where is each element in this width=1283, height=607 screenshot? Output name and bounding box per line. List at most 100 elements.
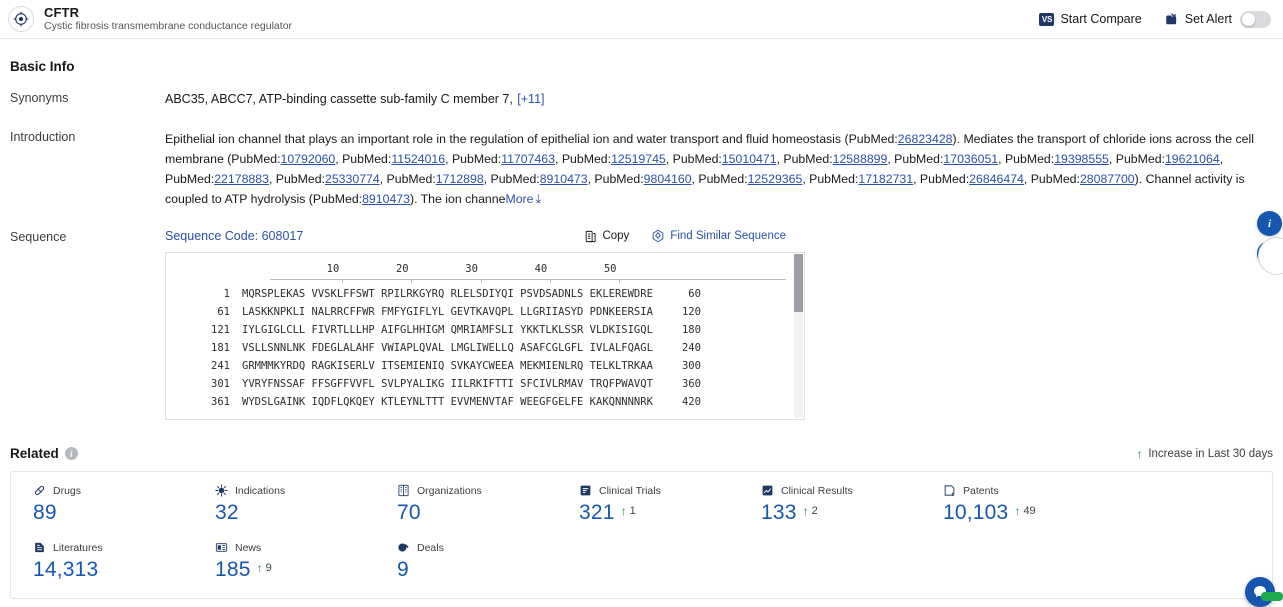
sequence-residues: YVRYFNSSAF FFSGFFVVFL SVLPYALIKG IILRKIF…: [242, 378, 653, 390]
related-card-header: Clinical Results: [761, 484, 921, 497]
related-card-delta-value: 49: [1023, 505, 1036, 517]
pubmed-link[interactable]: 17036051: [943, 152, 998, 166]
sequence-scrollbar[interactable]: [794, 254, 803, 418]
sequence-end-index: 360: [681, 378, 701, 390]
sequence-line: 241 GRMMMKYRDQ RAGKISERLV ITSEMIENIQ SVKA…: [166, 357, 804, 375]
pubmed-link-tail[interactable]: 8910473: [362, 192, 410, 206]
pubmed-link[interactable]: 1712898: [436, 172, 484, 186]
introduction-row: Introduction Epithelial ion channel that…: [10, 129, 1273, 209]
copy-icon: [584, 230, 597, 243]
related-card-value-wrap: 14,313: [33, 558, 193, 582]
related-card-organizations[interactable]: Organizations 70: [375, 484, 557, 541]
sequence-residues: LASKKNPKLI NALRRCFFWR FMFYGIFLYL GEVTKAV…: [242, 306, 653, 318]
related-header: Related i ↑ Increase in Last 30 days: [10, 446, 1273, 461]
vs-icon: VS: [1039, 12, 1055, 26]
sequence-residues: VSLLSNNLNK FDEGLALAHF VWIAPLQVAL LMGLIWE…: [242, 342, 653, 354]
rail-info-button-1[interactable]: i: [1257, 211, 1282, 236]
introduction-text: Epithelial ion channel that plays an imp…: [165, 129, 1273, 209]
introduction-label: Introduction: [10, 130, 76, 144]
related-card-drugs[interactable]: Drugs 89: [11, 484, 193, 541]
related-card-value: 89: [33, 501, 57, 524]
related-card-indications[interactable]: Indications 32: [193, 484, 375, 541]
sequence-residues: GRMMMKYRDQ RAGKISERLV ITSEMIENIQ SVKAYCW…: [242, 360, 653, 372]
related-card-header: Literatures: [33, 541, 193, 554]
related-card-literatures[interactable]: Literatures 14,313: [11, 541, 193, 598]
pubmed-link[interactable]: 17182731: [858, 172, 913, 186]
related-card-delta-value: 2: [811, 505, 818, 517]
sequence-code[interactable]: Sequence Code: 608017: [165, 229, 303, 243]
intro-tail-b: ). The ion channe: [409, 192, 506, 206]
related-card-label: Drugs: [53, 484, 82, 497]
related-card-value-wrap: 321 ↑ 1: [579, 501, 739, 525]
start-compare-button[interactable]: VS Start Compare: [1039, 12, 1142, 26]
clinical-trial-icon: [579, 484, 592, 497]
ruler-tick: [342, 279, 343, 283]
sequence-line: 1 MQRSPLEKAS VVSKLFFSWT RPILRKGYRQ RLELSD…: [166, 285, 804, 303]
pubmed-link[interactable]: 12588899: [833, 152, 888, 166]
related-card-delta: ↑ 49: [1014, 501, 1035, 517]
introduction-more-button[interactable]: More ⤓: [505, 192, 540, 206]
pubmed-link[interactable]: 10792060: [281, 152, 336, 166]
page-title: CFTR: [44, 4, 80, 20]
ruler-baseline: [270, 279, 786, 280]
related-card-patents[interactable]: Patents 10,103 ↑ 49: [921, 484, 1103, 541]
pubmed-link[interactable]: 12519745: [611, 152, 666, 166]
pubmed-link[interactable]: 19398555: [1054, 152, 1109, 166]
related-card-header: Clinical Trials: [579, 484, 739, 497]
related-card-delta-value: 9: [265, 562, 272, 574]
info-icon[interactable]: i: [64, 447, 78, 460]
synonyms-label: Synonyms: [10, 91, 69, 105]
pubmed-ref-list-3: , PubMed:1712898, PubMed:8910473, PubMed…: [379, 172, 1135, 186]
synonyms-more-link[interactable]: [+11]: [517, 92, 544, 106]
related-card-delta: ↑ 1: [621, 501, 636, 517]
find-similar-label: Find Similar Sequence: [670, 230, 786, 242]
sequence-tools: Copy Find Similar Sequence: [584, 229, 1273, 243]
patent-icon: [943, 484, 956, 497]
pubmed-link[interactable]: 8910473: [540, 172, 588, 186]
find-similar-icon: [651, 229, 665, 243]
increase-legend-label: Increase in Last 30 days: [1148, 447, 1273, 460]
set-alert-toggle[interactable]: [1240, 10, 1271, 28]
related-card-delta-value: 1: [629, 505, 636, 517]
copy-sequence-button[interactable]: Copy: [584, 230, 629, 243]
related-card-deals[interactable]: Deals 9: [375, 541, 557, 598]
pubmed-link[interactable]: 9804160: [644, 172, 692, 186]
pubmed-link[interactable]: 11707463: [501, 152, 555, 166]
sequence-label: Sequence: [10, 230, 67, 244]
pubmed-link[interactable]: 12529365: [748, 172, 803, 186]
related-card-clinical-trials[interactable]: Clinical Trials 321 ↑ 1: [557, 484, 739, 541]
pubmed-link[interactable]: 26823428: [898, 132, 953, 146]
set-alert-control[interactable]: Set Alert: [1164, 10, 1271, 28]
pubmed-link[interactable]: 19621064: [1165, 152, 1220, 166]
related-card-delta: ↑ 2: [803, 501, 818, 517]
synonyms-values: ABC35, ABCC7, ATP-binding cassette sub-f…: [165, 92, 513, 106]
sequence-line: 121 IYLGIGLCLL FIVRTLLLHP AIFGLHHIGM QMRI…: [166, 321, 804, 339]
pubmed-link[interactable]: 25330774: [325, 172, 380, 186]
related-card-clinical-results[interactable]: Clinical Results 133 ↑ 2: [739, 484, 921, 541]
sequence-scrollbar-thumb[interactable]: [794, 254, 803, 312]
pubmed-link[interactable]: 11524016: [391, 152, 445, 166]
related-card-value: 32: [215, 501, 239, 524]
find-similar-sequence-button[interactable]: Find Similar Sequence: [651, 229, 786, 243]
increase-legend: ↑ Increase in Last 30 days: [1136, 448, 1273, 460]
related-card-value-wrap: 185 ↑ 9: [215, 558, 375, 582]
sequence-rows: 1 MQRSPLEKAS VVSKLFFSWT RPILRKGYRQ RLELSD…: [166, 285, 804, 411]
virus-icon: [215, 484, 228, 497]
rail-decoration-circle: [1258, 237, 1283, 275]
pubmed-link[interactable]: 15010471: [722, 152, 777, 166]
sequence-start-index: 121: [211, 324, 230, 336]
pubmed-link[interactable]: 28087700: [1080, 172, 1135, 186]
related-title: Related: [10, 446, 59, 461]
related-card-value: 321: [579, 501, 615, 524]
news-icon: [215, 541, 228, 554]
related-card-label: Literatures: [53, 541, 103, 554]
pubmed-link[interactable]: 26846474: [969, 172, 1024, 186]
page-subtitle: Cystic fibrosis transmembrane conductanc…: [44, 20, 293, 33]
related-card-value: 185: [215, 558, 251, 581]
sequence-viewer[interactable]: 10 20 30 40 50 1 MQRSPLEKAS VVSKLFFSWT RPILRK…: [165, 252, 805, 420]
related-card-news[interactable]: News 185 ↑ 9: [193, 541, 375, 598]
pubmed-link[interactable]: 22178883: [214, 172, 269, 186]
basic-info-heading: Basic Info: [10, 59, 1273, 74]
sequence-end-index: 240: [681, 342, 701, 354]
sequence-start-index: 1: [223, 288, 230, 300]
